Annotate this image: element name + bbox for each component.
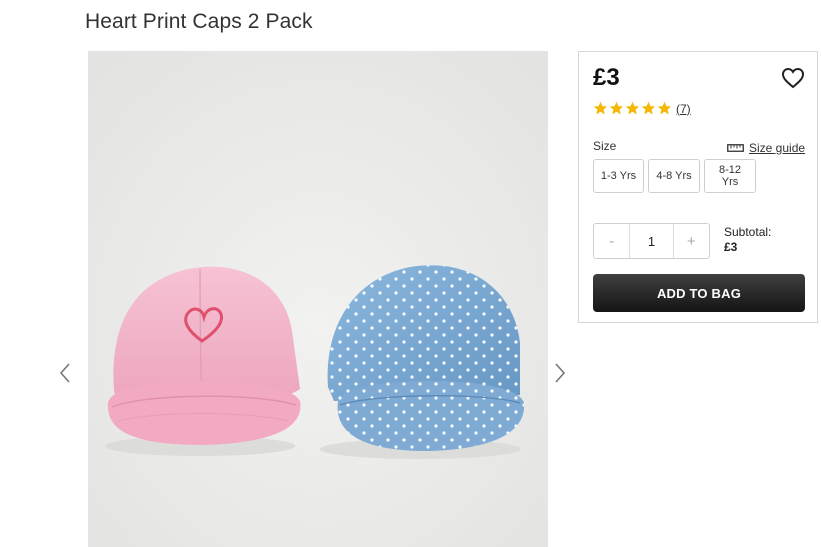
product-image (88, 51, 548, 547)
add-to-bag-button[interactable]: ADD TO BAG (593, 274, 805, 312)
star-icon (593, 101, 608, 115)
size-option-8-12-yrs[interactable]: 8-12 Yrs (704, 159, 756, 193)
prev-image-button[interactable] (56, 358, 74, 388)
subtotal: Subtotal: £3 (724, 225, 771, 255)
star-rating (593, 101, 672, 116)
size-option-4-8-yrs[interactable]: 4-8 Yrs (648, 159, 700, 193)
quantity-decrease-button[interactable]: - (594, 224, 629, 258)
price: £3 (593, 64, 620, 91)
next-image-button[interactable] (551, 358, 569, 388)
chevron-right-icon (555, 363, 566, 383)
subtotal-label: Subtotal: (724, 225, 772, 239)
quantity-increase-button[interactable]: + (674, 224, 709, 258)
rating: (7) (593, 101, 691, 116)
size-option-1-3-yrs[interactable]: 1-3 Yrs (593, 159, 644, 193)
quantity-stepper: - 1 + (593, 223, 710, 259)
size-options: 1-3 Yrs 4-8 Yrs 8-12 Yrs (593, 159, 756, 193)
buy-box: £3 (7) Size Size guide 1-3 Yrs 4-8 Yrs 8… (578, 51, 818, 323)
heart-outline-icon (781, 67, 805, 89)
quantity-input[interactable]: 1 (629, 224, 674, 258)
size-label: Size (593, 139, 617, 153)
ruler-icon (727, 144, 744, 152)
size-guide-label: Size guide (749, 141, 806, 155)
size-guide-link[interactable]: Size guide (727, 141, 805, 155)
review-count-link[interactable]: (7) (676, 102, 691, 116)
star-icon (641, 101, 656, 115)
caps-photo (88, 51, 548, 547)
page-title: Heart Print Caps 2 Pack (85, 10, 313, 33)
star-icon (657, 101, 672, 115)
subtotal-amount: £3 (724, 240, 738, 254)
star-icon (609, 101, 624, 115)
wishlist-button[interactable] (781, 66, 805, 90)
star-icon (625, 101, 640, 115)
chevron-left-icon (59, 363, 70, 383)
